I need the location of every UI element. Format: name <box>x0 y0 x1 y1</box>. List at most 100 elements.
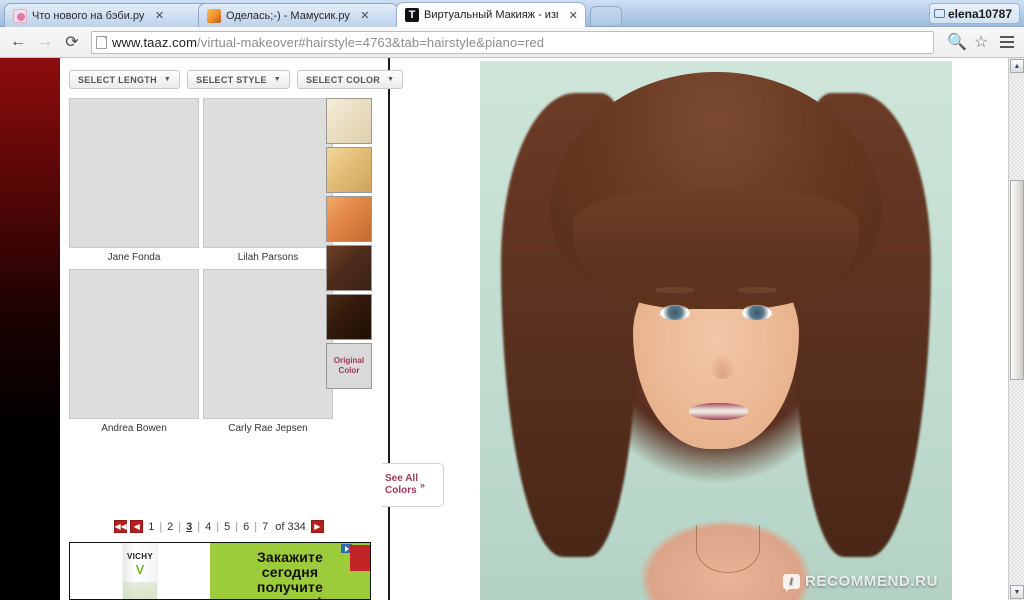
select-color-label: SELECT COLOR <box>305 74 381 85</box>
color-swatch-copper-red[interactable] <box>326 196 372 242</box>
tab-close-icon[interactable]: ✕ <box>153 9 165 22</box>
hairstyle-thumbnail-grid: Jane Fonda Lilah Parsons Andrea Bowen Ca… <box>69 98 333 440</box>
browser-tab-2[interactable]: Оделась;-) - Мамусик.ру ✕ <box>198 3 398 27</box>
scrollbar-thumb[interactable] <box>1010 180 1024 380</box>
mamusik-ru-icon <box>207 8 221 23</box>
page-background-gradient <box>0 58 60 600</box>
address-bar[interactable]: www.taaz.com/virtual-makeover#hairstyle=… <box>91 30 934 54</box>
nose <box>708 352 736 379</box>
pagination-separator: | <box>254 520 258 533</box>
ad-line-1: Закажите <box>256 549 324 565</box>
search-icon[interactable]: 🔍 <box>947 32 967 52</box>
tab-close-icon[interactable]: ✕ <box>359 9 371 22</box>
hairstyle-panel: SELECT LENGTH ▼ SELECT STYLE ▼ SELECT CO… <box>60 58 444 600</box>
new-tab-button[interactable] <box>590 6 622 25</box>
select-style-label: SELECT STYLE <box>196 74 267 85</box>
tab-close-icon[interactable]: ✕ <box>567 9 579 22</box>
irecommend-badge-icon: I <box>782 574 800 592</box>
browser-tab-3[interactable]: T Виртуальный Макияж - изм ✕ <box>396 2 586 27</box>
pagination-separator: | <box>235 520 239 533</box>
pagination-page-6[interactable]: 6 <box>241 521 251 533</box>
hair-bangs <box>574 190 858 299</box>
pagination-page-2[interactable]: 2 <box>165 521 175 533</box>
ad-line-4: подарок! <box>258 595 322 600</box>
filter-controls: SELECT LENGTH ▼ SELECT STYLE ▼ SELECT CO… <box>60 58 404 89</box>
back-icon[interactable]: ← <box>6 30 30 54</box>
page-info-icon <box>96 35 107 49</box>
pagination-total-label: of 334 <box>275 520 306 533</box>
watermark-text: RECOMMEND.RU <box>804 573 938 590</box>
ad-product-image: VICHY V <box>70 543 210 599</box>
vichy-tube-icon: VICHY V <box>123 543 157 599</box>
hairstyle-thumbnail[interactable]: Carly Rae Jepsen <box>203 269 333 440</box>
color-swatch-original[interactable]: Original Color <box>326 343 372 389</box>
see-all-colors-label: See All Colors <box>385 473 418 496</box>
ad-line-2: сегодня <box>261 564 319 580</box>
tab-title: Оделась;-) - Мамусик.ру <box>226 9 350 22</box>
hamburger-menu-icon[interactable] <box>996 30 1018 54</box>
pagination-separator: | <box>178 520 182 533</box>
pagination: ◀◀ ◀ 1 | 2 | 3 | 4 | 5 | 6 | 7 of 334 ▶ <box>69 520 369 533</box>
ad-brand-name: VICHY <box>127 552 153 561</box>
url-text: www.taaz.com/virtual-makeover#hairstyle=… <box>112 35 544 50</box>
hairstyle-thumbnail[interactable]: Jane Fonda <box>69 98 199 269</box>
color-swatch-golden-blonde[interactable] <box>326 147 372 193</box>
profile-name: elena10787 <box>947 6 1012 21</box>
eyebrow-left <box>655 287 695 294</box>
see-all-colors-button[interactable]: See All Colors » <box>382 463 444 507</box>
vichy-v-logo-icon: V <box>135 562 145 577</box>
color-swatch-dark-brown[interactable] <box>326 294 372 340</box>
pagination-page-1[interactable]: 1 <box>146 521 156 533</box>
pagination-page-7[interactable]: 7 <box>260 521 270 533</box>
pagination-next-icon[interactable]: ▶ <box>310 520 324 533</box>
url-host: www.taaz.com <box>112 34 198 50</box>
pagination-prev-icon[interactable]: ◀ <box>130 520 144 533</box>
chevron-down-icon: ▼ <box>387 76 395 83</box>
pagination-page-4[interactable]: 4 <box>203 521 213 533</box>
pagination-separator: | <box>159 520 163 533</box>
select-style-dropdown[interactable]: SELECT STYLE ▼ <box>187 70 290 89</box>
scroll-down-icon[interactable]: ▼ <box>1010 585 1024 599</box>
reload-icon[interactable]: ⟳ <box>60 30 84 54</box>
hairstyle-thumbnail[interactable]: Lilah Parsons <box>203 98 333 269</box>
page-scrollbar[interactable]: ▲ ▼ <box>1008 58 1024 600</box>
select-length-dropdown[interactable]: SELECT LENGTH ▼ <box>69 70 181 89</box>
watermark: I RECOMMEND.RU <box>782 573 938 592</box>
forward-icon[interactable]: → <box>33 30 57 54</box>
necklace <box>696 524 760 574</box>
advertisement-banner[interactable]: VICHY V Закажите сегодня получите подаро… <box>69 542 371 600</box>
ad-line-3: получите <box>256 579 324 595</box>
hairstyle-photo[interactable] <box>203 269 333 419</box>
hairstyle-photo[interactable] <box>203 98 333 248</box>
eyebrow-right <box>737 287 777 294</box>
photo-margin-left <box>472 61 480 600</box>
tab-strip: Что нового на бэби.ру ✕ Оделась;-) - Мам… <box>0 0 1024 27</box>
omnibox-actions: 🔍 ☆ <box>941 32 991 52</box>
pagination-first-icon[interactable]: ◀◀ <box>114 520 128 533</box>
ad-text-panel[interactable]: Закажите сегодня получите подарок! <box>210 543 370 599</box>
user-portrait-photo[interactable] <box>472 61 960 600</box>
color-swatch-platinum-blonde[interactable] <box>326 98 372 144</box>
makeover-preview[interactable]: I RECOMMEND.RU <box>472 61 960 600</box>
hairstyle-name: Jane Fonda <box>107 252 161 263</box>
mouth <box>689 403 748 421</box>
bookmark-star-icon[interactable]: ☆ <box>971 32 991 52</box>
hairstyle-photo[interactable] <box>69 98 199 248</box>
pagination-separator: | <box>216 520 220 533</box>
hairstyle-thumbnail[interactable]: Andrea Bowen <box>69 269 199 440</box>
hairstyle-name: Lilah Parsons <box>237 252 299 263</box>
tab-title: Виртуальный Макияж - изм <box>424 9 559 21</box>
browser-window: Что нового на бэби.ру ✕ Оделась;-) - Мам… <box>0 0 1024 600</box>
ad-red-accent <box>350 545 370 571</box>
hairstyle-photo[interactable] <box>69 269 199 419</box>
pagination-page-5[interactable]: 5 <box>222 521 232 533</box>
double-chevron-right-icon: » <box>419 480 425 490</box>
hairstyle-name: Carly Rae Jepsen <box>228 423 308 434</box>
color-swatch-chestnut-brown[interactable] <box>326 245 372 291</box>
profile-button[interactable]: elena10787 <box>928 3 1020 24</box>
scroll-up-icon[interactable]: ▲ <box>1010 59 1024 73</box>
original-color-label: Original Color <box>333 356 365 375</box>
tab-title: Что нового на бэби.ру <box>32 9 145 22</box>
pagination-page-3-current[interactable]: 3 <box>184 521 194 533</box>
select-color-dropdown[interactable]: SELECT COLOR ▼ <box>296 70 404 89</box>
